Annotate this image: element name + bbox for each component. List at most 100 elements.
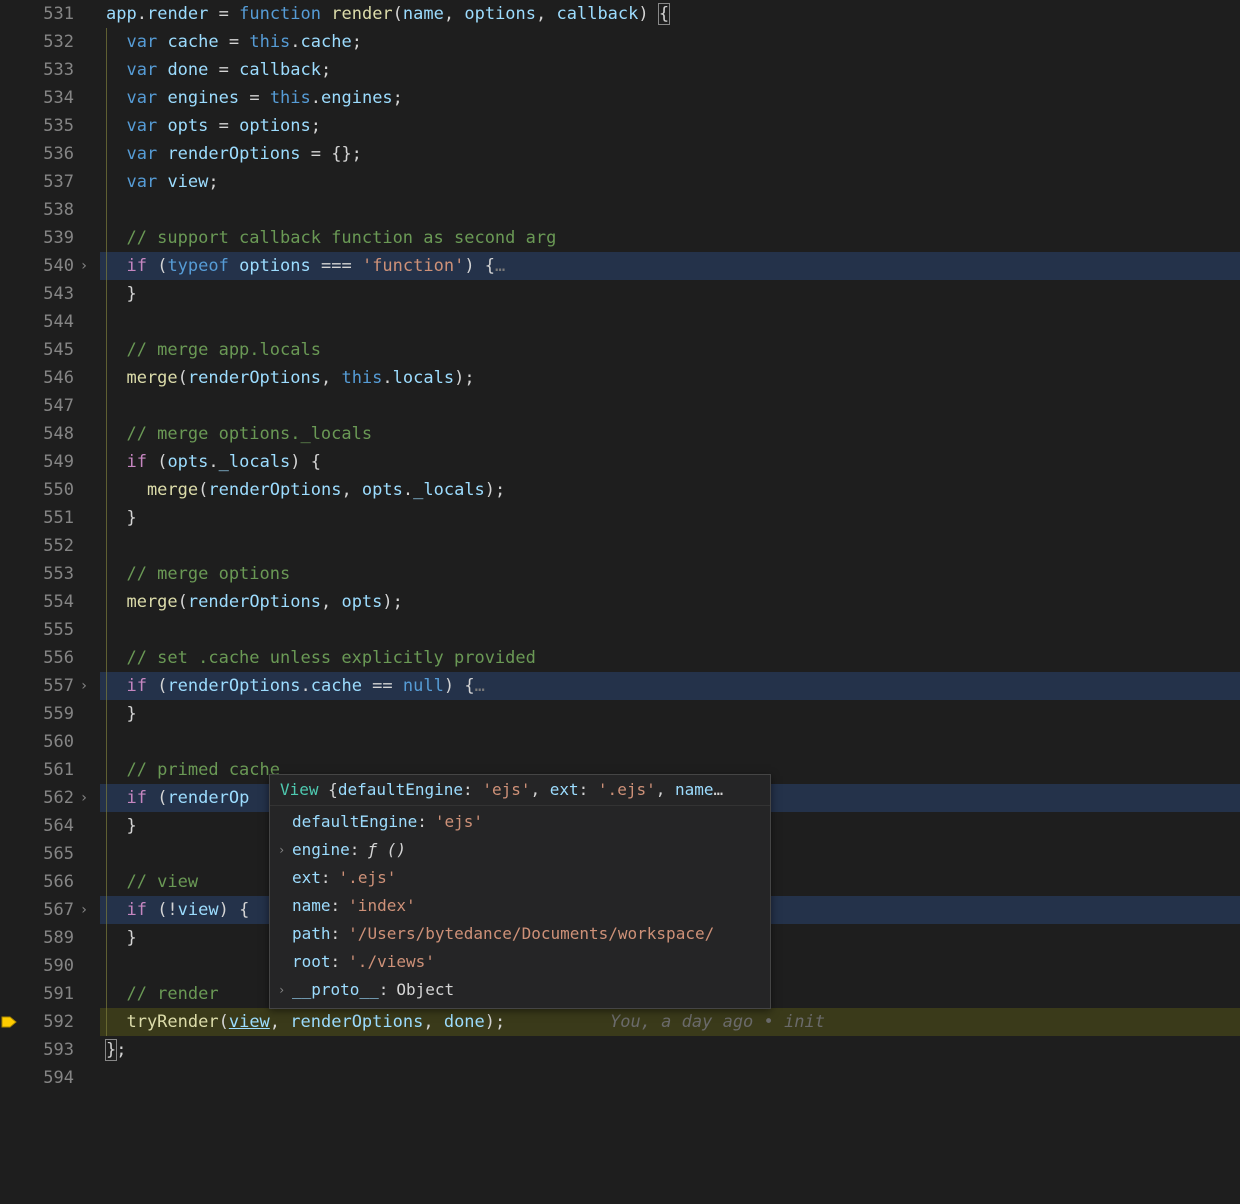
debug-hover-popup[interactable]: View {defaultEngine: 'ejs', ext: '.ejs',… (269, 774, 771, 1009)
code-line[interactable]: // set .cache unless explicitly provided (100, 644, 1240, 672)
token-pn: ( (198, 480, 208, 500)
gutter-row[interactable]: 536 (0, 140, 92, 168)
token-kw2: var (106, 88, 157, 108)
gutter-row[interactable]: 590 (0, 952, 92, 980)
gutter-row[interactable]: 566 (0, 868, 92, 896)
token-link[interactable]: view (229, 1012, 270, 1032)
code-line[interactable]: } (100, 504, 1240, 532)
chevron-right-icon[interactable]: › (278, 976, 292, 1004)
indent-guide (106, 420, 107, 448)
gutter-row[interactable]: 551 (0, 504, 92, 532)
gutter-row[interactable]: 543 (0, 280, 92, 308)
gutter-row[interactable]: 552 (0, 532, 92, 560)
gutter-row[interactable]: 556 (0, 644, 92, 672)
code-line[interactable]: var cache = this.cache; (100, 28, 1240, 56)
gutter-row[interactable]: 545 (0, 336, 92, 364)
code-line[interactable]: var done = callback; (100, 56, 1240, 84)
chevron-right-icon[interactable]: › (278, 836, 292, 864)
code-line[interactable]: if (typeof options === 'function') {… (100, 252, 1240, 280)
debug-hover-property[interactable]: defaultEngine: 'ejs' (274, 808, 766, 836)
debug-hover-property[interactable]: root: './views' (274, 948, 766, 976)
gutter-row[interactable]: 561 (0, 756, 92, 784)
fold-collapsed-icon[interactable]: › (76, 252, 92, 280)
token-prop: cache (311, 676, 362, 696)
code-line[interactable] (100, 1064, 1240, 1092)
code-line[interactable]: }; (100, 1036, 1240, 1064)
gutter-row[interactable]: 532 (0, 28, 92, 56)
token-fn: merge (106, 592, 178, 612)
code-line[interactable] (100, 532, 1240, 560)
indent-guide (106, 476, 107, 504)
property-value: '/Users/bytedance/Documents/workspace/ (348, 920, 714, 948)
token-pn: ( (393, 4, 403, 24)
token-pn: ; (116, 1040, 126, 1060)
code-line[interactable]: merge(renderOptions, opts._locals); (100, 476, 1240, 504)
code-line[interactable] (100, 616, 1240, 644)
code-line[interactable]: tryRender(view, renderOptions, done);You… (100, 1008, 1240, 1036)
gutter-row[interactable]: 537 (0, 168, 92, 196)
fold-collapsed-icon[interactable]: › (76, 784, 92, 812)
code-line[interactable]: merge(renderOptions, this.locals); (100, 364, 1240, 392)
gutter-row[interactable]: 544 (0, 308, 92, 336)
gutter-row[interactable]: 593 (0, 1036, 92, 1064)
token-cmt: // set .cache unless explicitly provided (106, 648, 536, 668)
gutter-row[interactable]: 564 (0, 812, 92, 840)
code-line[interactable]: var renderOptions = {}; (100, 140, 1240, 168)
gutter-row[interactable]: 535 (0, 112, 92, 140)
gutter-row[interactable]: 554 (0, 588, 92, 616)
gutter-row[interactable]: 559 (0, 700, 92, 728)
gutter-row[interactable]: 548 (0, 420, 92, 448)
code-line[interactable]: app.render = function render(name, optio… (100, 0, 1240, 28)
gutter-row[interactable]: 531 (0, 0, 92, 28)
gutter-row[interactable]: 553 (0, 560, 92, 588)
fold-collapsed-icon[interactable]: › (76, 672, 92, 700)
gutter-row[interactable]: 589 (0, 924, 92, 952)
code-line[interactable]: if (opts._locals) { (100, 448, 1240, 476)
gutter-row[interactable]: 549 (0, 448, 92, 476)
gutter-row[interactable]: 592 (0, 1008, 92, 1036)
gutter-row[interactable]: 550 (0, 476, 92, 504)
code-line[interactable]: // merge options (100, 560, 1240, 588)
gutter-row[interactable]: 547 (0, 392, 92, 420)
code-line[interactable]: // merge options._locals (100, 420, 1240, 448)
code-line[interactable]: var engines = this.engines; (100, 84, 1240, 112)
code-line[interactable]: } (100, 280, 1240, 308)
code-line[interactable]: if (renderOptions.cache == null) {… (100, 672, 1240, 700)
code-line[interactable]: merge(renderOptions, opts); (100, 588, 1240, 616)
code-line[interactable] (100, 196, 1240, 224)
gutter-row[interactable]: 560 (0, 728, 92, 756)
gutter-row[interactable]: 546 (0, 364, 92, 392)
gutter-row[interactable]: 591 (0, 980, 92, 1008)
gutter-row[interactable]: 567› (0, 896, 92, 924)
debug-hover-property[interactable]: name: 'index' (274, 892, 766, 920)
gutter-row[interactable]: 540› (0, 252, 92, 280)
code-line[interactable]: // merge app.locals (100, 336, 1240, 364)
code-line[interactable]: // support callback function as second a… (100, 224, 1240, 252)
gutter-row[interactable]: 565 (0, 840, 92, 868)
code-line[interactable] (100, 308, 1240, 336)
debug-hover-property[interactable]: ext: '.ejs' (274, 864, 766, 892)
fold-collapsed-icon[interactable]: › (76, 896, 92, 924)
gutter-row[interactable]: 534 (0, 84, 92, 112)
code-area[interactable]: app.render = function render(name, optio… (100, 0, 1240, 1204)
debug-hover-property[interactable]: ›__proto__: Object (274, 976, 766, 1004)
debug-hover-property[interactable]: ›engine: ƒ () (274, 836, 766, 864)
line-number: 537 (43, 168, 92, 196)
gutter-row[interactable]: 555 (0, 616, 92, 644)
token-var: view (167, 172, 208, 192)
gutter-row[interactable]: 538 (0, 196, 92, 224)
gutter-row[interactable]: 562› (0, 784, 92, 812)
code-line[interactable]: } (100, 700, 1240, 728)
code-line[interactable]: var view; (100, 168, 1240, 196)
indent-guide (106, 504, 107, 532)
code-line[interactable]: var opts = options; (100, 112, 1240, 140)
gutter-row[interactable]: 533 (0, 56, 92, 84)
code-line[interactable] (100, 392, 1240, 420)
gutter-row[interactable]: 539 (0, 224, 92, 252)
token-this: this (270, 88, 311, 108)
gutter-row[interactable]: 594 (0, 1064, 92, 1092)
token-pn: ) { (464, 256, 495, 276)
debug-hover-property[interactable]: path: '/Users/bytedance/Documents/worksp… (274, 920, 766, 948)
code-line[interactable] (100, 728, 1240, 756)
gutter-row[interactable]: 557› (0, 672, 92, 700)
